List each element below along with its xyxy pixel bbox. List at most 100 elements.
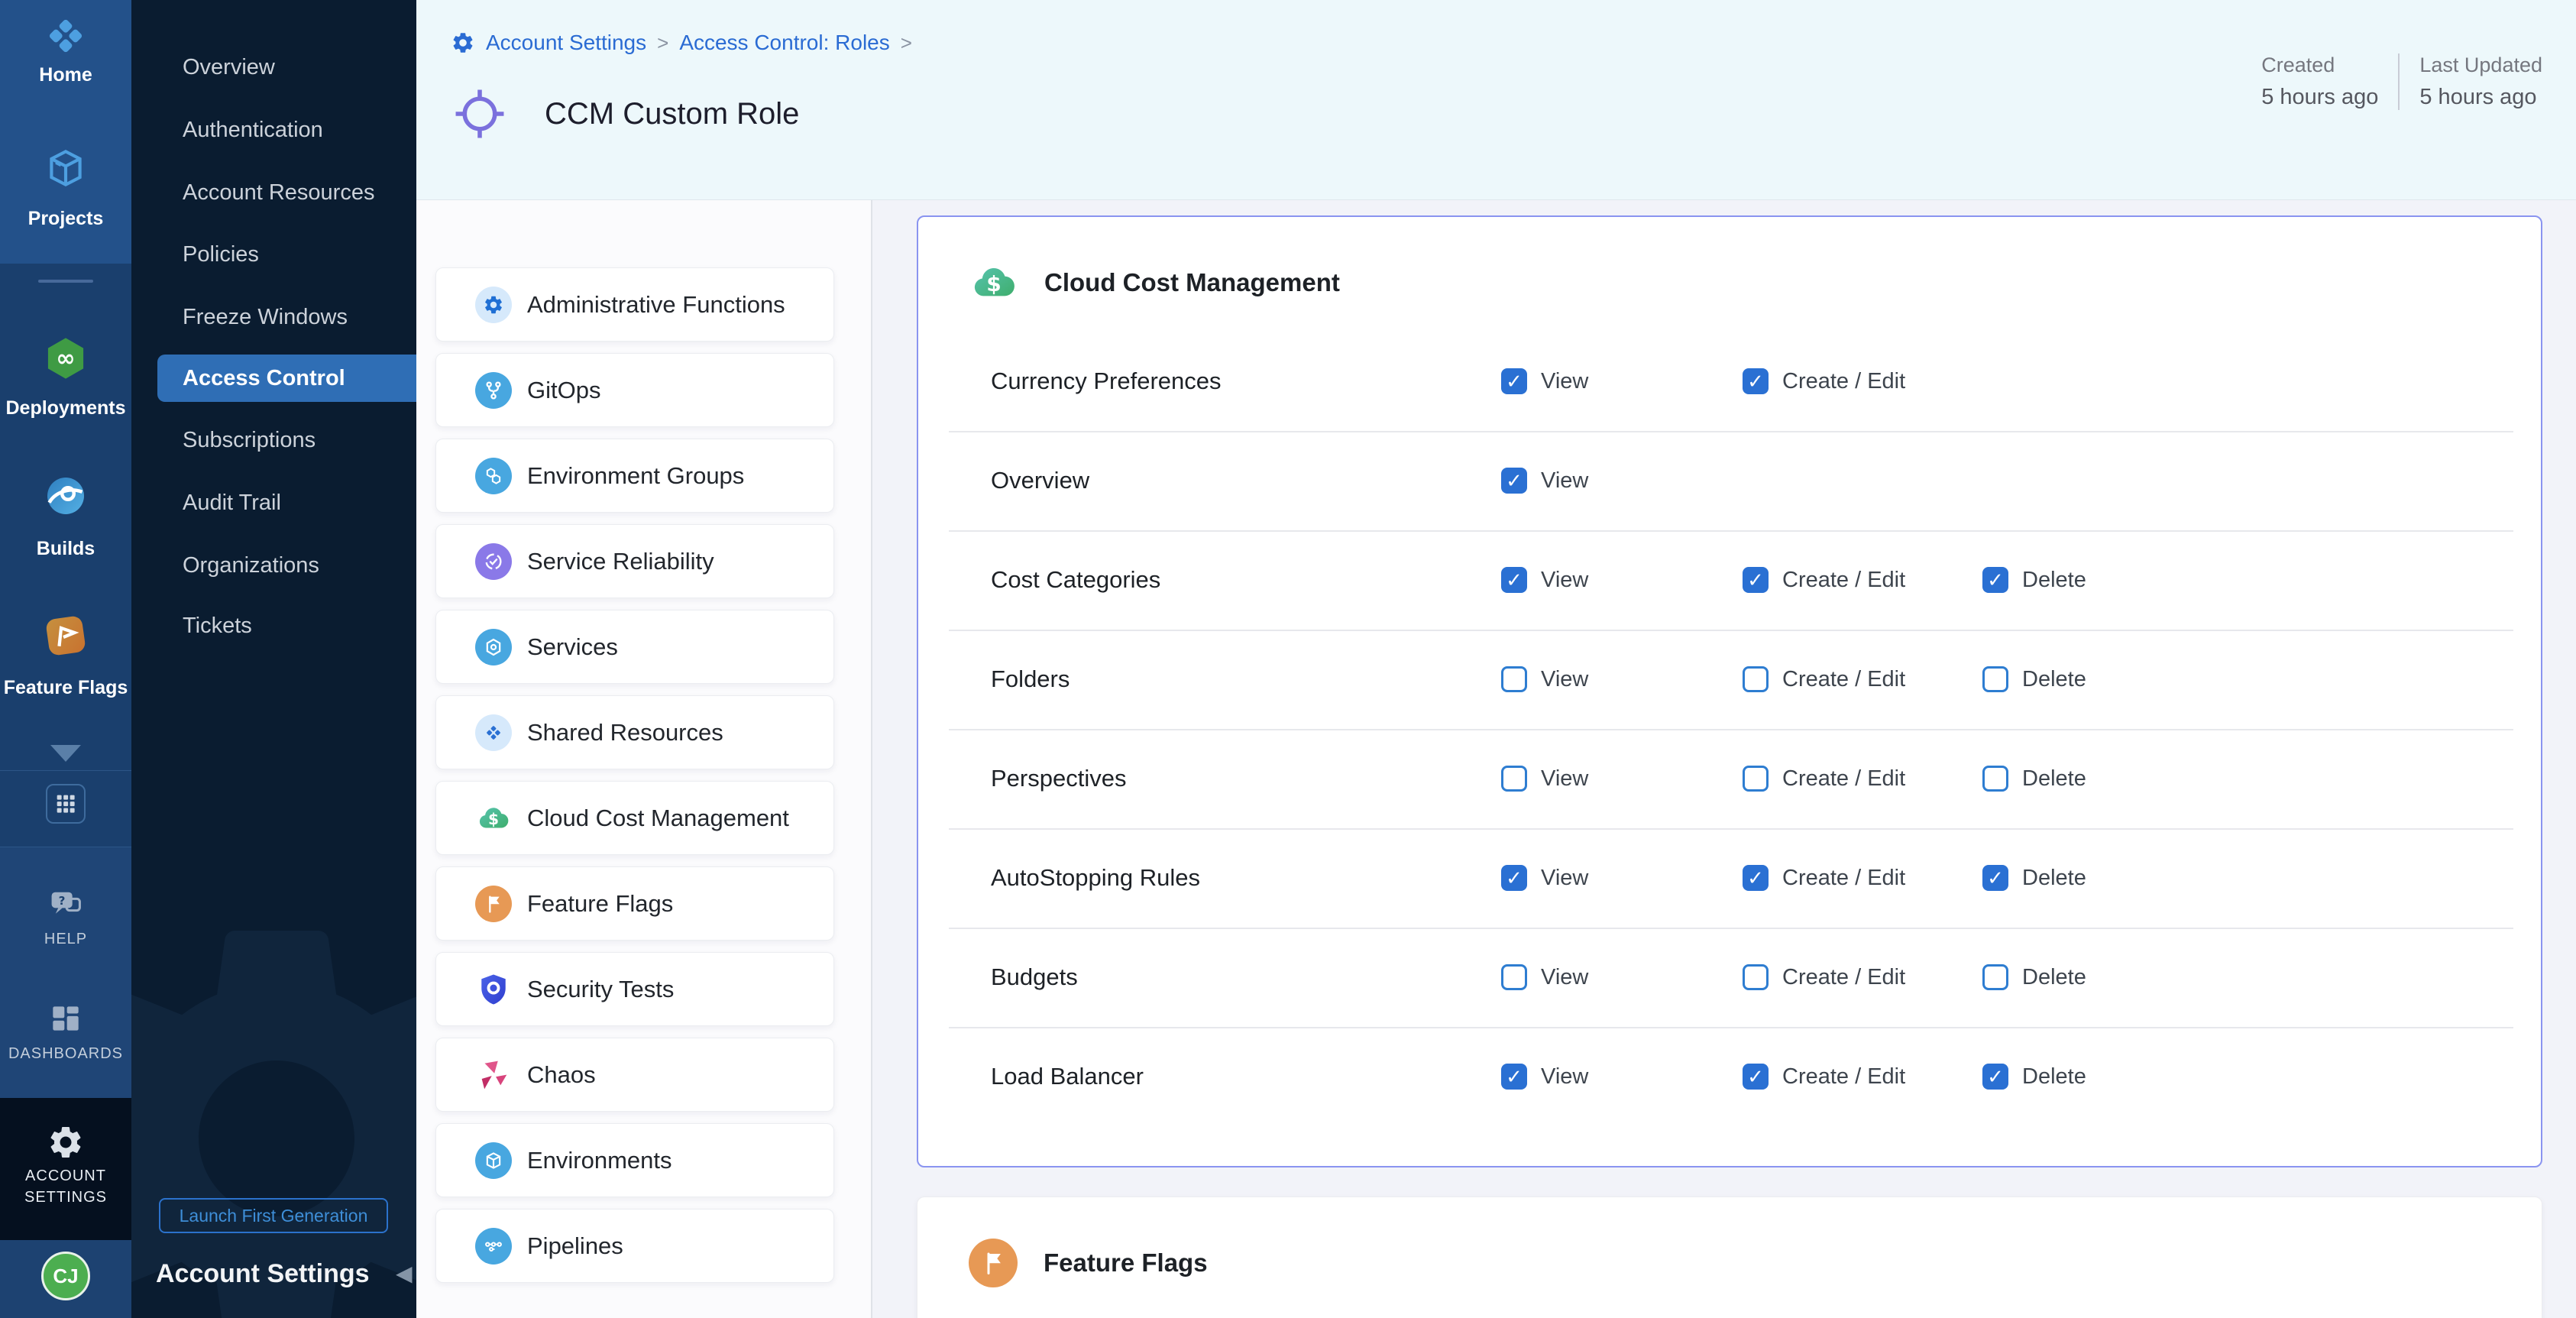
view-checkbox[interactable]: ✓ xyxy=(1501,468,1527,494)
breadcrumb-separator: > xyxy=(901,31,912,55)
checkbox-label: View xyxy=(1541,468,1588,494)
rail-help-label[interactable]: HELP xyxy=(0,931,131,948)
delete-checkbox[interactable] xyxy=(1982,766,2008,792)
create_edit-checkbox[interactable]: ✓ xyxy=(1743,1064,1769,1090)
delete-checkbox[interactable] xyxy=(1982,964,2008,990)
checkbox-label: Delete xyxy=(2022,667,2086,692)
resource-card-gitops[interactable]: GitOps xyxy=(435,353,834,427)
checkbox-label: View xyxy=(1541,965,1588,990)
sidebar-item-account-resources[interactable]: Account Resources xyxy=(131,169,416,216)
rail-home-label[interactable]: Home xyxy=(0,64,131,86)
builds-icon[interactable] xyxy=(0,473,131,519)
resource-card-feature-flags[interactable]: Feature Flags xyxy=(435,866,834,941)
help-icon[interactable]: ? xyxy=(0,885,131,925)
resource-card-label: Feature Flags xyxy=(527,890,673,918)
view-checkbox[interactable]: ✓ xyxy=(1501,567,1527,593)
permission-cell-create_edit: Create / Edit xyxy=(1743,928,1905,1027)
view-checkbox[interactable]: ✓ xyxy=(1501,1064,1527,1090)
create_edit-checkbox[interactable]: ✓ xyxy=(1743,368,1769,394)
feature-flags-icon[interactable] xyxy=(0,613,131,659)
resource-card-label: Services xyxy=(527,633,618,661)
rail-dashboards-label[interactable]: DASHBOARDS xyxy=(0,1045,131,1063)
view-checkbox[interactable]: ✓ xyxy=(1501,865,1527,891)
resource-card-label: Chaos xyxy=(527,1061,596,1089)
view-checkbox[interactable] xyxy=(1501,964,1527,990)
module-grid-button[interactable] xyxy=(46,784,86,824)
resource-card-shared-resources[interactable]: Shared Resources xyxy=(435,695,834,769)
sidebar-item-authentication[interactable]: Authentication xyxy=(131,106,416,154)
view-checkbox[interactable]: ✓ xyxy=(1501,368,1527,394)
home-icon[interactable] xyxy=(0,13,131,59)
permission-row-label: Overview xyxy=(991,431,1089,530)
projects-icon[interactable] xyxy=(0,144,131,192)
permission-row-autostopping-rules: AutoStopping Rules ✓ View ✓ Create / Edi… xyxy=(918,828,2542,928)
reliability-icon xyxy=(475,543,512,580)
section-title: Feature Flags xyxy=(1044,1248,1208,1278)
deployments-icon[interactable]: ∞ xyxy=(0,333,131,384)
checkbox-label: Create / Edit xyxy=(1782,369,1905,394)
sidebar-item-tickets[interactable]: Tickets xyxy=(131,602,416,649)
create_edit-checkbox[interactable] xyxy=(1743,666,1769,692)
sidebar-item-overview[interactable]: Overview xyxy=(131,44,416,91)
collapse-panel-icon[interactable]: ◀ xyxy=(396,1261,413,1286)
permission-row-label: Folders xyxy=(991,630,1070,729)
view-checkbox[interactable] xyxy=(1501,766,1527,792)
sidebar-item-freeze-windows[interactable]: Freeze Windows xyxy=(131,293,416,341)
permission-cell-delete: Delete xyxy=(1982,928,2086,1027)
sidebar-item-subscriptions[interactable]: Subscriptions xyxy=(131,416,416,464)
hexagon-icon xyxy=(475,629,512,665)
permission-cell-create_edit: Create / Edit xyxy=(1743,729,1905,828)
resource-card-environment-groups[interactable]: Environment Groups xyxy=(435,439,834,513)
delete-checkbox[interactable]: ✓ xyxy=(1982,567,2008,593)
create_edit-checkbox[interactable]: ✓ xyxy=(1743,567,1769,593)
module-rail: Home Projects ∞ Deployments Builds Featu… xyxy=(0,0,131,1318)
rail-account-settings-label-2[interactable]: SETTINGS xyxy=(0,1189,131,1206)
create_edit-checkbox[interactable] xyxy=(1743,766,1769,792)
create_edit-checkbox[interactable] xyxy=(1743,964,1769,990)
svg-text:∞: ∞ xyxy=(56,345,75,372)
checkbox-label: View xyxy=(1541,1064,1588,1090)
rail-account-settings-label-1[interactable]: ACCOUNT xyxy=(0,1167,131,1185)
account-settings-gear-icon[interactable] xyxy=(0,1123,131,1161)
rail-deployments-label[interactable]: Deployments xyxy=(0,397,131,419)
user-avatar[interactable]: CJ xyxy=(41,1252,90,1300)
sidebar-item-policies[interactable]: Policies xyxy=(131,231,416,278)
checkbox-label: View xyxy=(1541,667,1588,692)
sidebar-item-audit-trail[interactable]: Audit Trail xyxy=(131,479,416,526)
resource-card-services[interactable]: Services xyxy=(435,610,834,684)
checkbox-label: Delete xyxy=(2022,766,2086,792)
permission-cell-create_edit: ✓ Create / Edit xyxy=(1743,332,1905,431)
section-title: Cloud Cost Management xyxy=(1044,268,1340,297)
sidebar-item-access-control[interactable]: Access Control xyxy=(157,355,416,402)
resource-card-cloud-cost-management[interactable]: $Cloud Cost Management xyxy=(435,781,834,855)
dashboards-icon[interactable] xyxy=(0,999,131,1038)
delete-checkbox[interactable] xyxy=(1982,666,2008,692)
delete-checkbox[interactable]: ✓ xyxy=(1982,865,2008,891)
resource-card-security-tests[interactable]: Security Tests xyxy=(435,952,834,1026)
permission-cell-view: ✓ View xyxy=(1501,530,1588,630)
create_edit-checkbox[interactable]: ✓ xyxy=(1743,865,1769,891)
checkbox-label: Create / Edit xyxy=(1782,766,1905,792)
rail-builds-label[interactable]: Builds xyxy=(0,538,131,560)
permission-row-label: Currency Preferences xyxy=(991,332,1222,431)
breadcrumb-account-settings-link[interactable]: Account Settings xyxy=(486,31,646,55)
launch-first-generation-button[interactable]: Launch First Generation xyxy=(159,1198,388,1233)
resource-card-environments[interactable]: Environments xyxy=(435,1123,834,1197)
rail-projects-label[interactable]: Projects xyxy=(0,208,131,230)
resource-card-service-reliability[interactable]: Service Reliability xyxy=(435,524,834,598)
breadcrumb-gear-icon xyxy=(451,31,475,55)
resource-card-chaos[interactable]: Chaos xyxy=(435,1038,834,1112)
checkbox-label: Delete xyxy=(2022,568,2086,593)
permission-cell-create_edit: ✓ Create / Edit xyxy=(1743,1027,1905,1126)
sidebar-item-organizations[interactable]: Organizations xyxy=(131,542,416,589)
delete-checkbox[interactable]: ✓ xyxy=(1982,1064,2008,1090)
gear-watermark-icon xyxy=(131,879,416,1318)
view-checkbox[interactable] xyxy=(1501,666,1527,692)
resource-card-pipelines[interactable]: Pipelines xyxy=(435,1209,834,1283)
rail-feature-flags-label[interactable]: Feature Flags xyxy=(0,677,131,699)
resource-card-administrative-functions[interactable]: Administrative Functions xyxy=(435,267,834,342)
last-updated-label: Last Updated xyxy=(2419,53,2542,77)
breadcrumb-access-control-roles-link[interactable]: Access Control: Roles xyxy=(679,31,889,55)
checkbox-label: Create / Edit xyxy=(1782,667,1905,692)
chevron-down-icon[interactable] xyxy=(50,745,81,762)
